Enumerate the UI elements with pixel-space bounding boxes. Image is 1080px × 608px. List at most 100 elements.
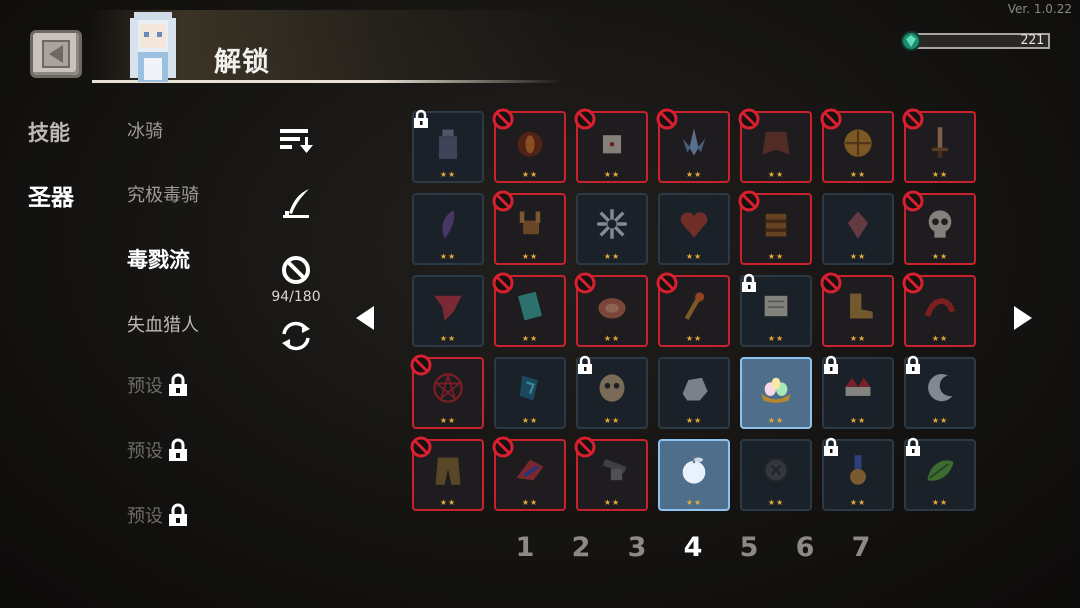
snowflake-icon — [595, 207, 629, 245]
relic-slot[interactable]: ★★ — [904, 355, 976, 429]
prev-page-arrow[interactable] — [354, 304, 376, 332]
leaf-icon — [923, 453, 957, 491]
relic-slot[interactable]: ★★ — [492, 190, 566, 265]
preset-label: 预设 — [127, 506, 163, 527]
claw-icon — [923, 289, 957, 327]
relic-slot[interactable]: ★★ — [656, 272, 730, 347]
page-3[interactable]: 3 — [621, 532, 653, 563]
relic-slot[interactable]: ★★ — [410, 354, 484, 429]
relic-rarity-stars: ★★ — [439, 252, 457, 261]
preset-slot-2[interactable]: 预设 — [127, 437, 191, 463]
ban-count: 94/180 — [271, 289, 321, 305]
relic-slot[interactable]: ★★ — [412, 109, 484, 183]
relic-slot[interactable]: ★★ — [902, 272, 976, 347]
relic-slot[interactable]: ★★ — [658, 357, 730, 429]
relic-rarity-stars: ★★ — [767, 170, 785, 179]
page-4[interactable]: 4 — [677, 532, 709, 563]
relic-rarity-stars: ★★ — [603, 170, 621, 179]
refresh-icon — [282, 321, 310, 351]
relic-rarity-stars: ★★ — [439, 416, 457, 425]
page-1[interactable]: 1 — [509, 532, 541, 563]
heart-icon — [677, 207, 711, 245]
build-ultimate-poison-knight[interactable]: 究极毒骑 — [127, 181, 199, 207]
relic-rarity-stars: ★★ — [521, 170, 539, 179]
ban-icon — [282, 256, 310, 284]
boot-icon — [841, 289, 875, 327]
relic-slot[interactable]: ★★ — [822, 437, 894, 511]
crescent-icon — [923, 371, 957, 409]
crown-icon — [841, 371, 875, 409]
relic-slot[interactable]: ★★ — [658, 193, 730, 265]
relic-slot[interactable]: ★★ — [410, 436, 484, 511]
lock-icon — [412, 109, 430, 129]
build-bleed-hunter[interactable]: 失血猎人 — [127, 311, 199, 337]
relic-rarity-stars: ★★ — [439, 498, 457, 507]
relic-rarity-stars: ★★ — [603, 334, 621, 343]
relic-slot[interactable]: ★★ — [576, 193, 648, 265]
relic-slot[interactable]: ★★ — [738, 108, 812, 183]
pagination: 1 2 3 4 5 6 7 — [509, 532, 879, 572]
relic-rarity-stars: ★★ — [849, 416, 867, 425]
relic-slot[interactable]: ★★ — [740, 357, 812, 429]
relic-slot[interactable]: ★★ — [740, 439, 812, 511]
rock-icon — [677, 371, 711, 409]
relic-slot[interactable]: ★★ — [574, 436, 648, 511]
relic-rarity-stars: ★★ — [685, 334, 703, 343]
build-poison-slaughter[interactable]: 毒戮流 — [127, 244, 190, 274]
build-ice-knight[interactable]: 冰骑 — [127, 117, 163, 143]
back-button[interactable] — [30, 30, 82, 78]
page-5[interactable]: 5 — [733, 532, 765, 563]
lock-icon — [904, 437, 922, 457]
relic-slot[interactable]: ★★ — [576, 355, 648, 429]
scarf-icon — [431, 289, 465, 327]
relic-slot[interactable]: ★★ — [656, 108, 730, 183]
sort-button[interactable] — [276, 122, 316, 158]
tab-skills[interactable]: 技能 — [28, 117, 70, 147]
relic-slot[interactable]: ★★ — [492, 272, 566, 347]
relic-slot[interactable]: ★★ — [902, 108, 976, 183]
refresh-button[interactable] — [276, 318, 316, 354]
page-6[interactable]: 6 — [789, 532, 821, 563]
ban-filter-button[interactable] — [276, 252, 316, 288]
relic-slot[interactable]: ★★ — [492, 108, 566, 183]
next-page-arrow[interactable] — [1012, 304, 1034, 332]
preset-slot-1[interactable]: 预设 — [127, 372, 191, 398]
gem-icon — [841, 207, 875, 245]
tab-relics[interactable]: 圣器 — [28, 178, 74, 212]
relic-slot[interactable]: ★★ — [658, 439, 730, 511]
relic-slot[interactable]: ★★ — [492, 436, 566, 511]
relic-rarity-stars: ★★ — [521, 416, 539, 425]
relic-slot[interactable]: ★★ — [412, 275, 484, 347]
relic-slot[interactable]: ★★ — [822, 193, 894, 265]
ban-icon — [902, 108, 924, 130]
relic-slot[interactable]: ★★ — [738, 190, 812, 265]
lock-icon — [904, 355, 922, 375]
preset-slot-3[interactable]: 预设 — [127, 502, 191, 528]
relic-rarity-stars: ★★ — [767, 416, 785, 425]
relic-rarity-stars: ★★ — [521, 334, 539, 343]
relic-slot[interactable]: ★★ — [904, 437, 976, 511]
relic-slot[interactable]: ★★ — [740, 273, 812, 347]
meat-icon — [595, 289, 629, 327]
relic-slot[interactable]: ★★ — [820, 272, 894, 347]
relic-rarity-stars: ★★ — [767, 252, 785, 261]
back-arrow-icon — [42, 40, 70, 68]
cloak-icon — [759, 125, 793, 163]
page-2[interactable]: 2 — [565, 532, 597, 563]
deer-icon — [513, 207, 547, 245]
preset-label: 预设 — [127, 441, 163, 462]
relic-slot[interactable]: ★★ — [494, 357, 566, 429]
relic-slot[interactable]: ★★ — [574, 108, 648, 183]
relic-slot[interactable]: ★★ — [574, 272, 648, 347]
relic-slot[interactable]: ★★ — [412, 193, 484, 265]
relic-slot[interactable]: ★★ — [902, 190, 976, 265]
page-7[interactable]: 7 — [845, 532, 877, 563]
relic-slot[interactable]: ★★ — [822, 355, 894, 429]
relic-slot[interactable]: ★★ — [820, 108, 894, 183]
edit-button[interactable] — [276, 186, 316, 222]
quill-icon — [283, 189, 309, 218]
sort-icon — [280, 129, 313, 153]
lock-icon — [740, 273, 758, 293]
staff-icon — [677, 289, 711, 327]
lock-icon — [169, 438, 187, 461]
